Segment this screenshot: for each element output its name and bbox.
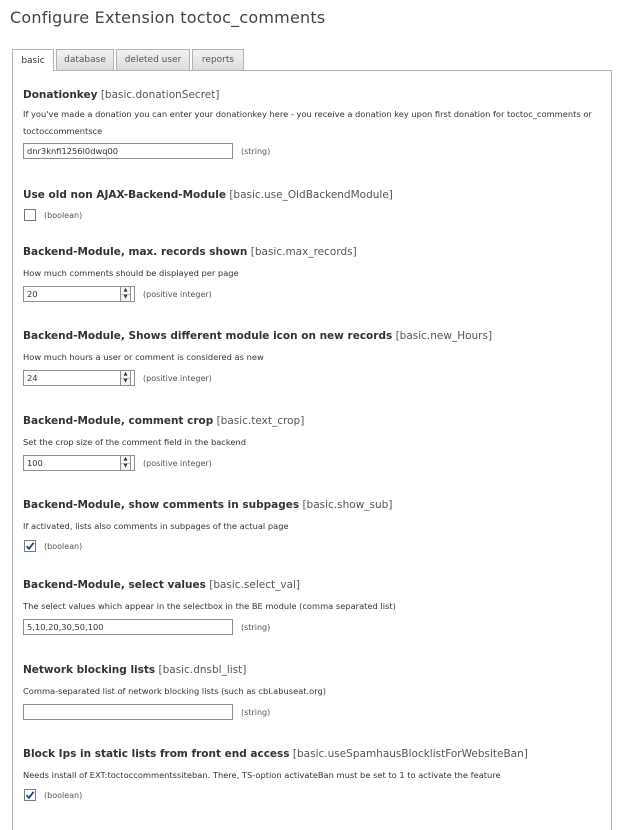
type-hint: (boolean) — [44, 210, 83, 220]
field-label: Backend-Module, Shows different module i… — [23, 330, 393, 342]
spin-down-icon[interactable]: ▼ — [121, 293, 130, 302]
field-max-records: Backend-Module, max. records shown [basi… — [23, 246, 603, 302]
spinner[interactable]: ▲ ▼ — [121, 286, 131, 302]
field-label: Use old non AJAX-Backend-Module — [23, 189, 226, 201]
field-label: Backend-Module, show comments in subpage… — [23, 499, 300, 511]
type-hint: (positive integer) — [143, 458, 212, 468]
field-key: [basic.text_crop] — [216, 415, 305, 427]
field-label: Block Ips in static lists from front end… — [23, 748, 290, 760]
type-hint: (boolean) — [44, 790, 83, 800]
spamhaus-checkbox[interactable] — [24, 789, 36, 801]
field-description: Needs install of EXT:toctoccommentssiteb… — [23, 770, 501, 780]
type-hint: (positive integer) — [143, 373, 212, 383]
field-key: [basic.new_Hours] — [395, 330, 493, 342]
old-backend-checkbox[interactable] — [24, 209, 36, 221]
field-select-values: Backend-Module, select values [basic.sel… — [23, 579, 603, 635]
spinner[interactable]: ▲ ▼ — [121, 455, 131, 471]
field-key: [basic.select_val] — [209, 579, 301, 591]
field-key: [basic.useSpamhausBlocklistForWebsiteBan… — [292, 748, 528, 760]
field-label: Network blocking lists — [23, 664, 156, 676]
field-new-hours: Backend-Module, Shows different module i… — [23, 330, 603, 386]
tab-basic[interactable]: basic — [12, 49, 54, 71]
spin-down-icon[interactable]: ▼ — [121, 462, 130, 471]
checkmark-icon — [25, 542, 35, 551]
type-hint: (string) — [241, 707, 271, 717]
tab-deleted-user[interactable]: deleted user — [116, 49, 190, 70]
field-description: How much comments should be displayed pe… — [23, 268, 239, 278]
field-donation-key: Donationkey [basic.donationSecret] If yo… — [23, 89, 603, 159]
checkmark-icon — [25, 210, 35, 220]
new-hours-input[interactable] — [23, 370, 121, 386]
type-hint: (positive integer) — [143, 289, 212, 299]
dnsbl-list-input[interactable] — [23, 704, 233, 720]
field-spamhaus-blocklist: Block Ips in static lists from front end… — [23, 748, 603, 801]
field-label: Backend-Module, select values — [23, 579, 206, 591]
type-hint: (boolean) — [44, 541, 83, 551]
max-records-input[interactable] — [23, 286, 121, 302]
tab-reports[interactable]: reports — [192, 49, 244, 70]
field-description: How much hours a user or comment is cons… — [23, 352, 264, 362]
tab-bar: basic database deleted user reports — [12, 49, 246, 71]
text-crop-input[interactable] — [23, 455, 121, 471]
spin-down-icon[interactable]: ▼ — [121, 377, 130, 386]
type-hint: (string) — [241, 146, 271, 156]
field-key: [basic.max_records] — [250, 246, 357, 258]
field-key: [basic.donationSecret] — [100, 89, 220, 101]
type-hint: (string) — [241, 622, 271, 632]
field-old-backend-module: Use old non AJAX-Backend-Module [basic.u… — [23, 189, 603, 221]
field-label: Backend-Module, max. records shown — [23, 246, 248, 258]
spinner[interactable]: ▲ ▼ — [121, 370, 131, 386]
select-values-input[interactable] — [23, 619, 233, 635]
field-text-crop: Backend-Module, comment crop [basic.text… — [23, 415, 603, 471]
tab-database[interactable]: database — [56, 49, 114, 70]
checkmark-icon — [25, 791, 35, 800]
settings-panel: Donationkey [basic.donationSecret] If yo… — [12, 70, 612, 830]
field-description: Set the crop size of the comment field i… — [23, 437, 246, 447]
field-key: [basic.show_sub] — [302, 499, 393, 511]
field-description: The select values which appear in the se… — [23, 601, 396, 611]
field-show-subpages: Backend-Module, show comments in subpage… — [23, 499, 603, 552]
field-description: If you've made a donation you can enter … — [23, 109, 592, 136]
field-label: Backend-Module, comment crop — [23, 415, 214, 427]
field-description: If activated, lists also comments in sub… — [23, 521, 289, 531]
donation-key-input[interactable] — [23, 143, 233, 159]
field-description: Comma-separated list of network blocking… — [23, 686, 327, 696]
page-title: Configure Extension toctoc_comments — [10, 8, 326, 27]
field-network-blocking-lists: Network blocking lists [basic.dnsbl_list… — [23, 664, 603, 720]
field-key: [basic.dnsbl_list] — [158, 664, 247, 676]
field-key: [basic.use_OldBackendModule] — [229, 189, 393, 201]
field-label: Donationkey — [23, 89, 98, 101]
show-sub-checkbox[interactable] — [24, 540, 36, 552]
